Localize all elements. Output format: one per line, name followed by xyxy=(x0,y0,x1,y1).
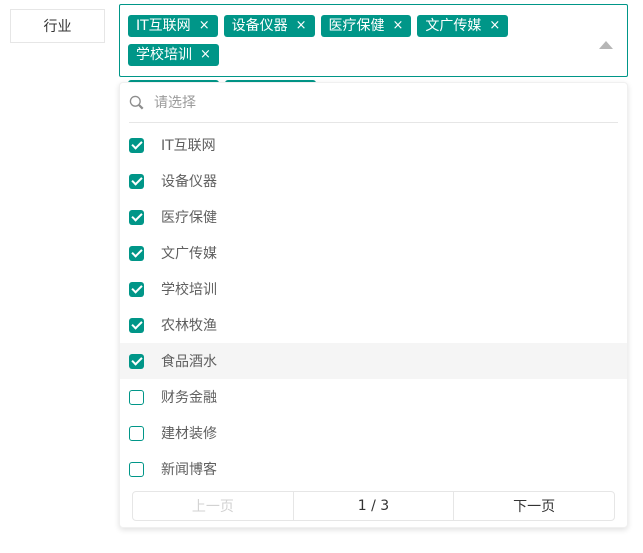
remove-tag-icon[interactable]: × xyxy=(489,15,500,37)
option-row[interactable]: IT互联网 xyxy=(120,127,627,163)
dropdown-arrow-icon[interactable] xyxy=(599,41,613,49)
search-icon xyxy=(129,95,144,110)
next-page-button[interactable]: 下一页 xyxy=(453,491,615,521)
option-label: 学校培训 xyxy=(161,279,217,299)
field-label: 行业 xyxy=(10,9,105,43)
dropdown-panel: IT互联网 设备仪器 医疗保健 文广传媒 学校培训 农林牧渔 食品酒水 财务金 xyxy=(119,82,628,528)
option-label: 财务金融 xyxy=(161,387,217,407)
tag-label: 医疗保健 xyxy=(329,15,385,37)
remove-tag-icon[interactable]: × xyxy=(296,15,307,37)
tag-label: 学校培训 xyxy=(136,44,192,66)
checkbox-unchecked-icon[interactable] xyxy=(129,426,144,441)
selected-tag: IT互联网 × xyxy=(128,15,218,37)
checkbox-checked-icon[interactable] xyxy=(129,318,144,333)
option-label: 农林牧渔 xyxy=(161,315,217,335)
industry-multiselect[interactable]: IT互联网 × 设备仪器 × 医疗保健 × 文广传媒 × 学校培训 × 农林牧渔… xyxy=(119,4,628,77)
option-row[interactable]: 文广传媒 xyxy=(120,235,627,271)
tag-label: 设备仪器 xyxy=(232,15,288,37)
selected-tag: 设备仪器 × xyxy=(224,15,315,37)
search-bar xyxy=(129,83,618,123)
checkbox-checked-icon[interactable] xyxy=(129,282,144,297)
page-indicator: 1 / 3 xyxy=(293,491,455,521)
checkbox-checked-icon[interactable] xyxy=(129,354,144,369)
option-label: 文广传媒 xyxy=(161,243,217,263)
selected-tag: 学校培训 × xyxy=(128,44,219,66)
prev-page-button[interactable]: 上一页 xyxy=(132,491,294,521)
option-row[interactable]: 建材装修 xyxy=(120,415,627,451)
selected-tag: 文广传媒 × xyxy=(417,15,508,37)
option-row[interactable]: 食品酒水 xyxy=(120,343,627,379)
option-label: 建材装修 xyxy=(161,423,217,443)
checkbox-checked-icon[interactable] xyxy=(129,174,144,189)
checkbox-checked-icon[interactable] xyxy=(129,138,144,153)
option-label: 新闻博客 xyxy=(161,459,217,479)
checkbox-unchecked-icon[interactable] xyxy=(129,390,144,405)
option-label: IT互联网 xyxy=(161,135,216,155)
checkbox-unchecked-icon[interactable] xyxy=(129,462,144,477)
option-label: 食品酒水 xyxy=(161,351,217,371)
remove-tag-icon[interactable]: × xyxy=(200,44,211,66)
option-row[interactable]: 医疗保健 xyxy=(120,199,627,235)
option-row[interactable]: 新闻博客 xyxy=(120,451,627,487)
option-label: 设备仪器 xyxy=(161,171,217,191)
selected-tag: 医疗保健 × xyxy=(321,15,412,37)
option-row[interactable]: 财务金融 xyxy=(120,379,627,415)
remove-tag-icon[interactable]: × xyxy=(393,15,404,37)
option-row[interactable]: 学校培训 xyxy=(120,271,627,307)
options-list: IT互联网 设备仪器 医疗保健 文广传媒 学校培训 农林牧渔 食品酒水 财务金 xyxy=(120,123,627,487)
pagination: 上一页 1 / 3 下一页 xyxy=(132,491,615,521)
remove-tag-icon[interactable]: × xyxy=(199,15,210,37)
checkbox-checked-icon[interactable] xyxy=(129,246,144,261)
tag-label: 文广传媒 xyxy=(425,15,481,37)
tag-label: IT互联网 xyxy=(136,15,191,37)
checkbox-checked-icon[interactable] xyxy=(129,210,144,225)
option-search-input[interactable] xyxy=(154,95,618,111)
option-label: 医疗保健 xyxy=(161,207,217,227)
option-row[interactable]: 农林牧渔 xyxy=(120,307,627,343)
option-row[interactable]: 设备仪器 xyxy=(120,163,627,199)
